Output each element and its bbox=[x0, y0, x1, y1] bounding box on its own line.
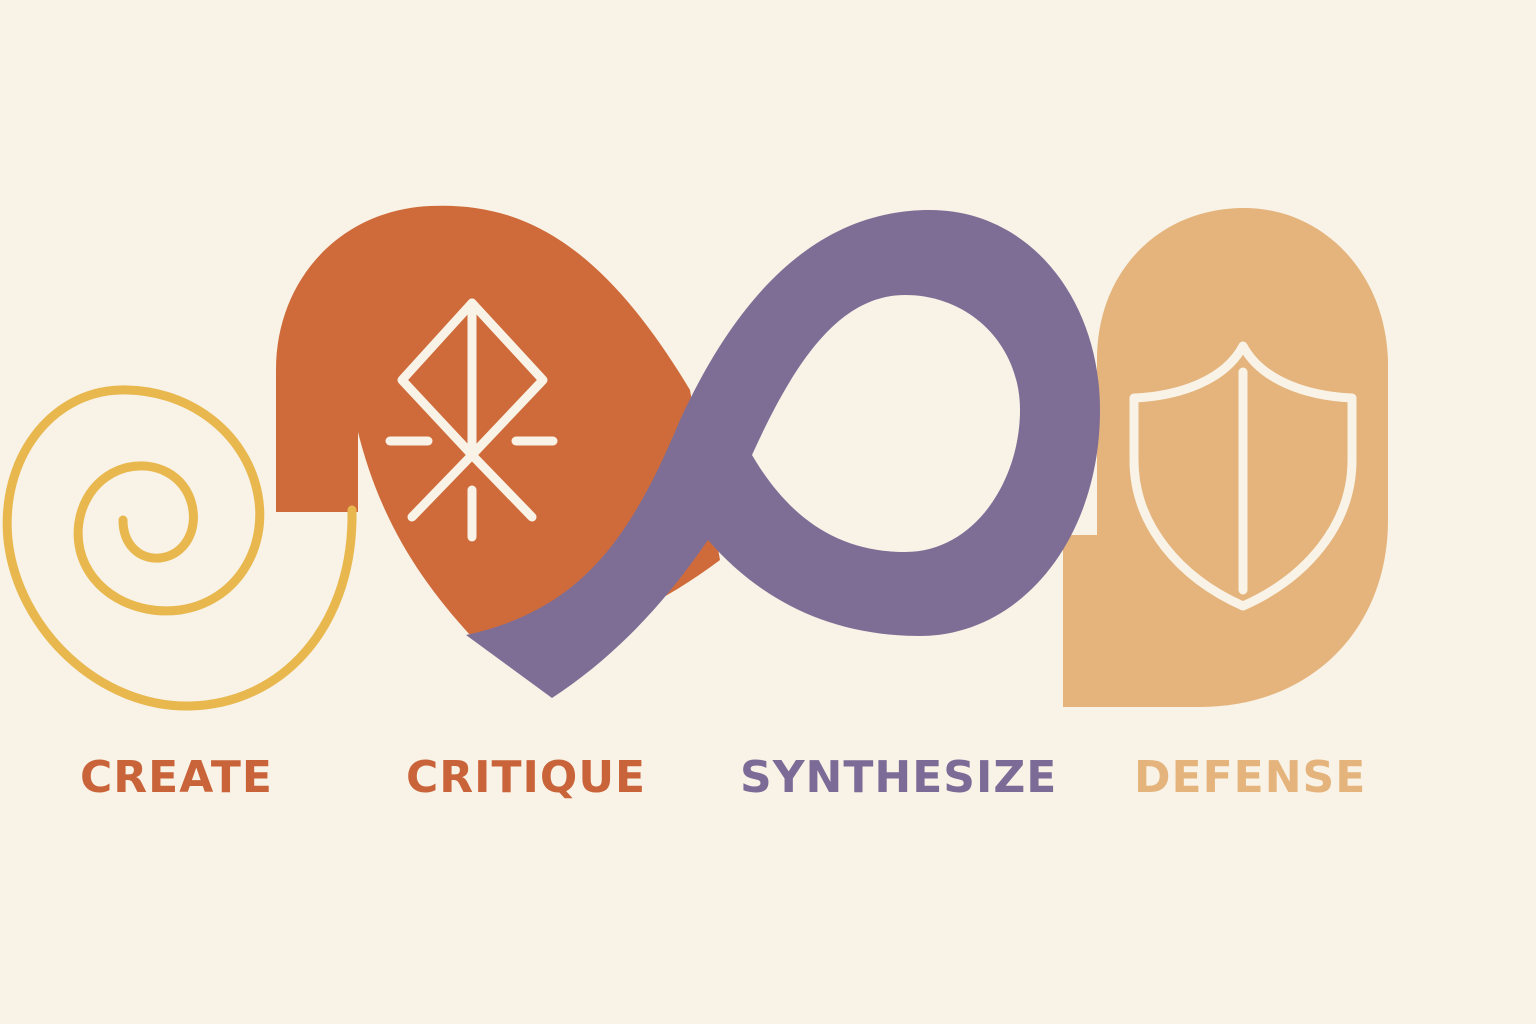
process-diagram: CREATE CRITIQUE SYNTHESIZE DEFENSE bbox=[0, 0, 1536, 1024]
stage-label-create: CREATE bbox=[80, 752, 273, 803]
defense-shape bbox=[1063, 207, 1388, 707]
stage-label-synthesize: SYNTHESIZE bbox=[740, 752, 1058, 803]
process-flow-graphic bbox=[2, 205, 1388, 711]
stage-label-critique: CRITIQUE bbox=[406, 752, 647, 803]
stage-label-defense: DEFENSE bbox=[1134, 752, 1367, 803]
